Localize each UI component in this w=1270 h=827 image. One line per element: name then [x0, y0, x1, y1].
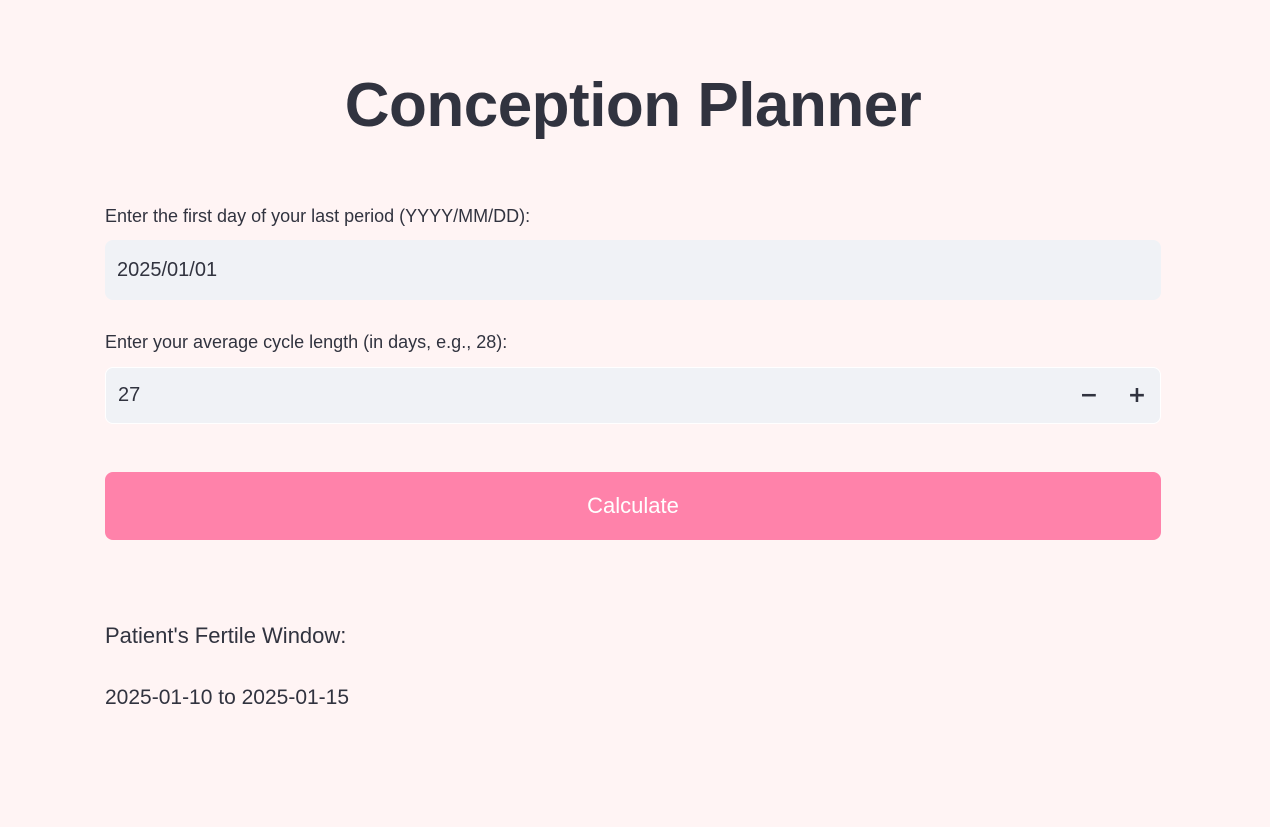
cycle-length-field: − + [105, 367, 1161, 424]
decrement-button[interactable]: − [1065, 368, 1113, 423]
page-title: Conception Planner [344, 71, 922, 140]
calculate-button[interactable]: Calculate [105, 472, 1161, 540]
fertile-window-value: 2025-01-10 to 2025-01-15 [105, 686, 350, 709]
fertile-window-heading: Patient's Fertile Window: [105, 623, 347, 648]
cycle-length-input[interactable] [106, 368, 1046, 423]
last-period-date-label: Enter the first day of your last period … [105, 206, 531, 226]
cycle-length-label: Enter your average cycle length (in days… [105, 332, 508, 352]
plus-icon: + [1127, 383, 1147, 408]
last-period-date-field [105, 240, 1161, 300]
last-period-date-input[interactable] [105, 240, 1161, 300]
increment-button[interactable]: + [1113, 368, 1161, 423]
minus-icon: − [1079, 383, 1099, 408]
